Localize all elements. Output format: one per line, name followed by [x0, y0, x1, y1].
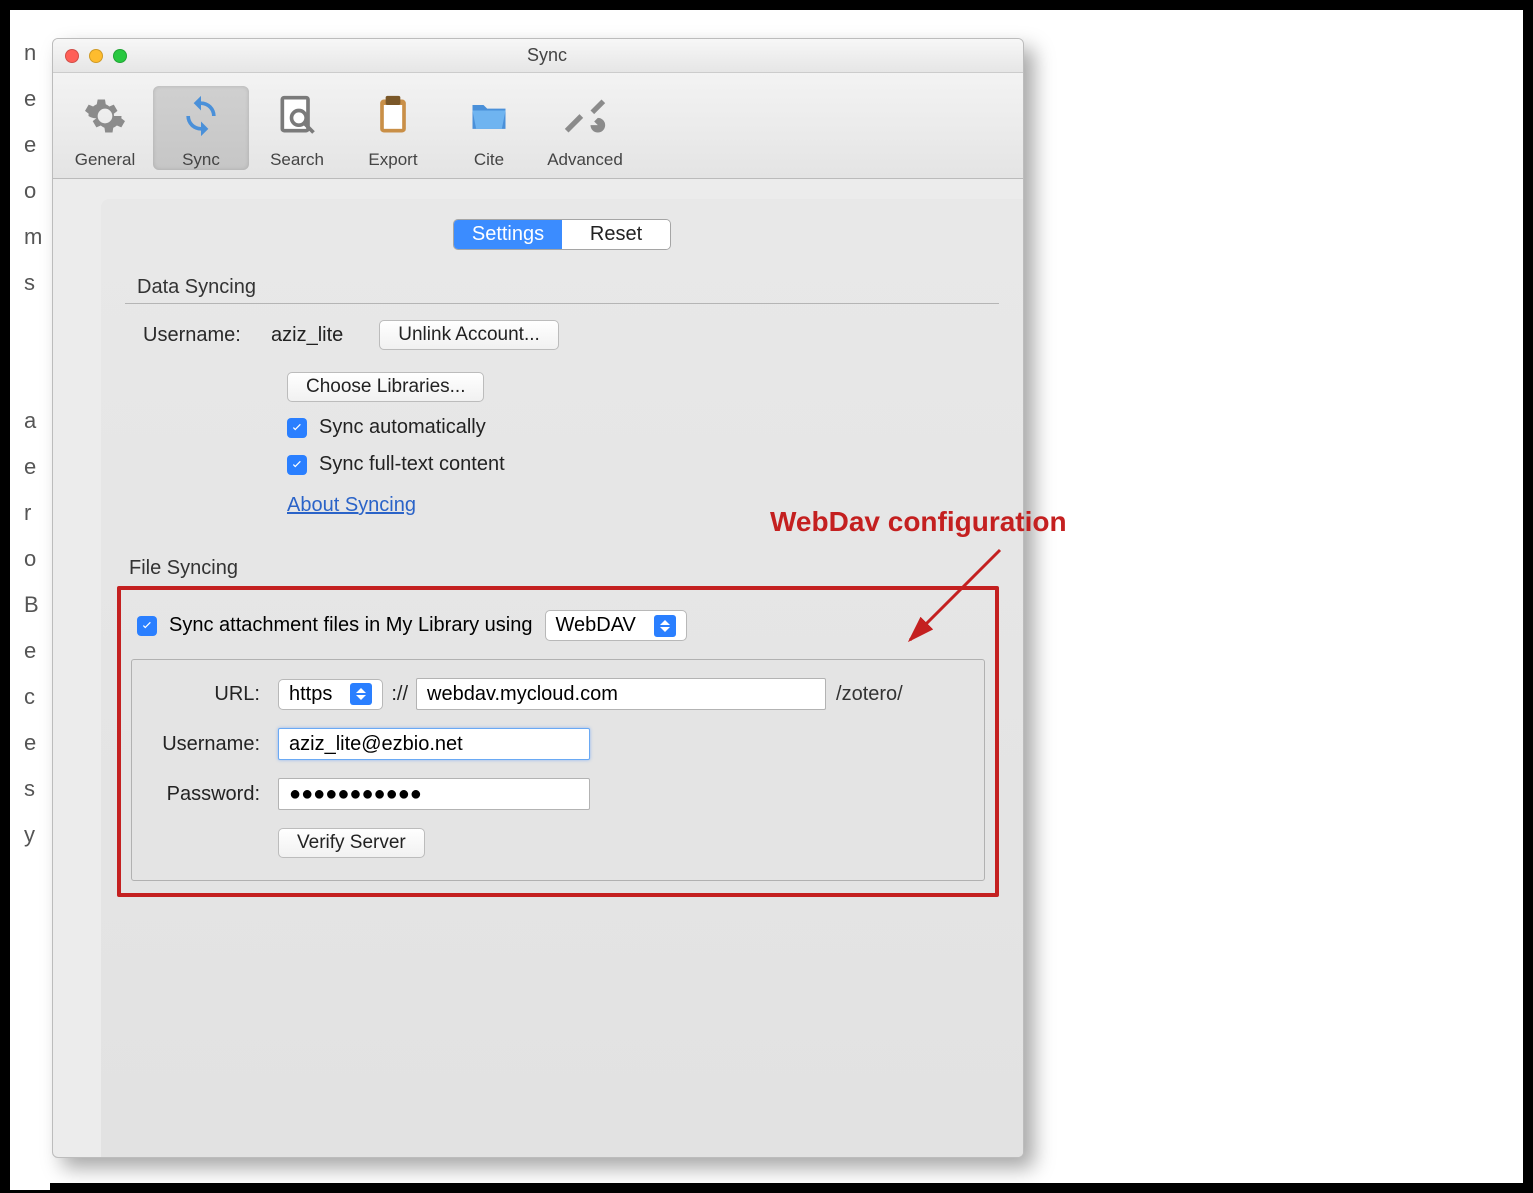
checkbox-sync-attachments[interactable] [137, 616, 157, 636]
choose-libraries-button[interactable]: Choose Libraries... [287, 372, 484, 402]
checkbox-sync-fulltext[interactable] [287, 455, 307, 475]
background-partial-text: neeoms aeroBecesy [10, 30, 50, 1190]
webdav-config-box: URL: https :// /zotero/ Username: Passwo… [131, 659, 985, 881]
checkbox-label: Sync automatically [319, 416, 486, 439]
webdav-password-label: Password: [150, 783, 260, 806]
tab-cite[interactable]: Cite [441, 86, 537, 170]
segment-reset[interactable]: Reset [562, 220, 670, 249]
protocol-separator: :// [391, 683, 408, 706]
section-heading-file-syncing: File Syncing [129, 557, 999, 580]
checkbox-label: Sync full-text content [319, 453, 505, 476]
close-icon[interactable] [65, 49, 79, 63]
tab-general[interactable]: General [57, 86, 153, 170]
username-label: Username: [143, 324, 271, 347]
unlink-account-button[interactable]: Unlink Account... [379, 320, 559, 350]
verify-server-button[interactable]: Verify Server [278, 828, 425, 858]
select-value: WebDAV [556, 614, 636, 637]
webdav-highlight-box: Sync attachment files in My Library usin… [117, 586, 999, 897]
zoom-icon[interactable] [113, 49, 127, 63]
minimize-icon[interactable] [89, 49, 103, 63]
clipboard-icon [345, 86, 441, 146]
settings-panel: Settings Reset Data Syncing Username: az… [101, 199, 1023, 1157]
segmented-control[interactable]: Settings Reset [453, 219, 671, 250]
url-label: URL: [150, 683, 260, 706]
preferences-toolbar: General Sync Search Export Cite [53, 73, 1023, 179]
gear-icon [57, 86, 153, 146]
username-value: aziz_lite [271, 324, 343, 347]
webdav-username-label: Username: [150, 733, 260, 756]
tab-export[interactable]: Export [345, 86, 441, 170]
preferences-window: Sync General Sync Search Export [52, 38, 1024, 1158]
webdav-username-input[interactable] [278, 728, 590, 760]
attach-label: Sync attachment files in My Library usin… [169, 614, 533, 637]
tab-sync[interactable]: Sync [153, 86, 249, 170]
tab-search[interactable]: Search [249, 86, 345, 170]
chevron-updown-icon [654, 615, 676, 637]
webdav-url-input[interactable] [416, 678, 826, 710]
about-syncing-link[interactable]: About Syncing [287, 494, 416, 517]
divider [125, 303, 999, 304]
folder-icon [441, 86, 537, 146]
tools-icon [537, 86, 633, 146]
annotation-label: WebDav configuration [770, 506, 1067, 538]
window-controls[interactable] [65, 49, 127, 63]
tab-advanced[interactable]: Advanced [537, 86, 633, 170]
tab-label: Search [249, 150, 345, 170]
tab-label: Export [345, 150, 441, 170]
sync-icon [153, 86, 249, 146]
checkbox-sync-auto[interactable] [287, 418, 307, 438]
protocol-select[interactable]: https [278, 679, 383, 710]
webdav-password-input[interactable] [278, 778, 590, 810]
url-suffix: /zotero/ [836, 683, 903, 706]
chevron-updown-icon [350, 683, 372, 705]
tab-label: Advanced [537, 150, 633, 170]
section-heading-data-syncing: Data Syncing [137, 276, 999, 299]
search-icon [249, 86, 345, 146]
titlebar: Sync [53, 39, 1023, 73]
select-value: https [289, 683, 332, 706]
segment-settings[interactable]: Settings [454, 220, 562, 249]
window-title: Sync [127, 45, 967, 66]
tab-label: Cite [441, 150, 537, 170]
tab-label: General [57, 150, 153, 170]
sync-method-select[interactable]: WebDAV [545, 610, 687, 641]
tab-label: Sync [153, 150, 249, 170]
